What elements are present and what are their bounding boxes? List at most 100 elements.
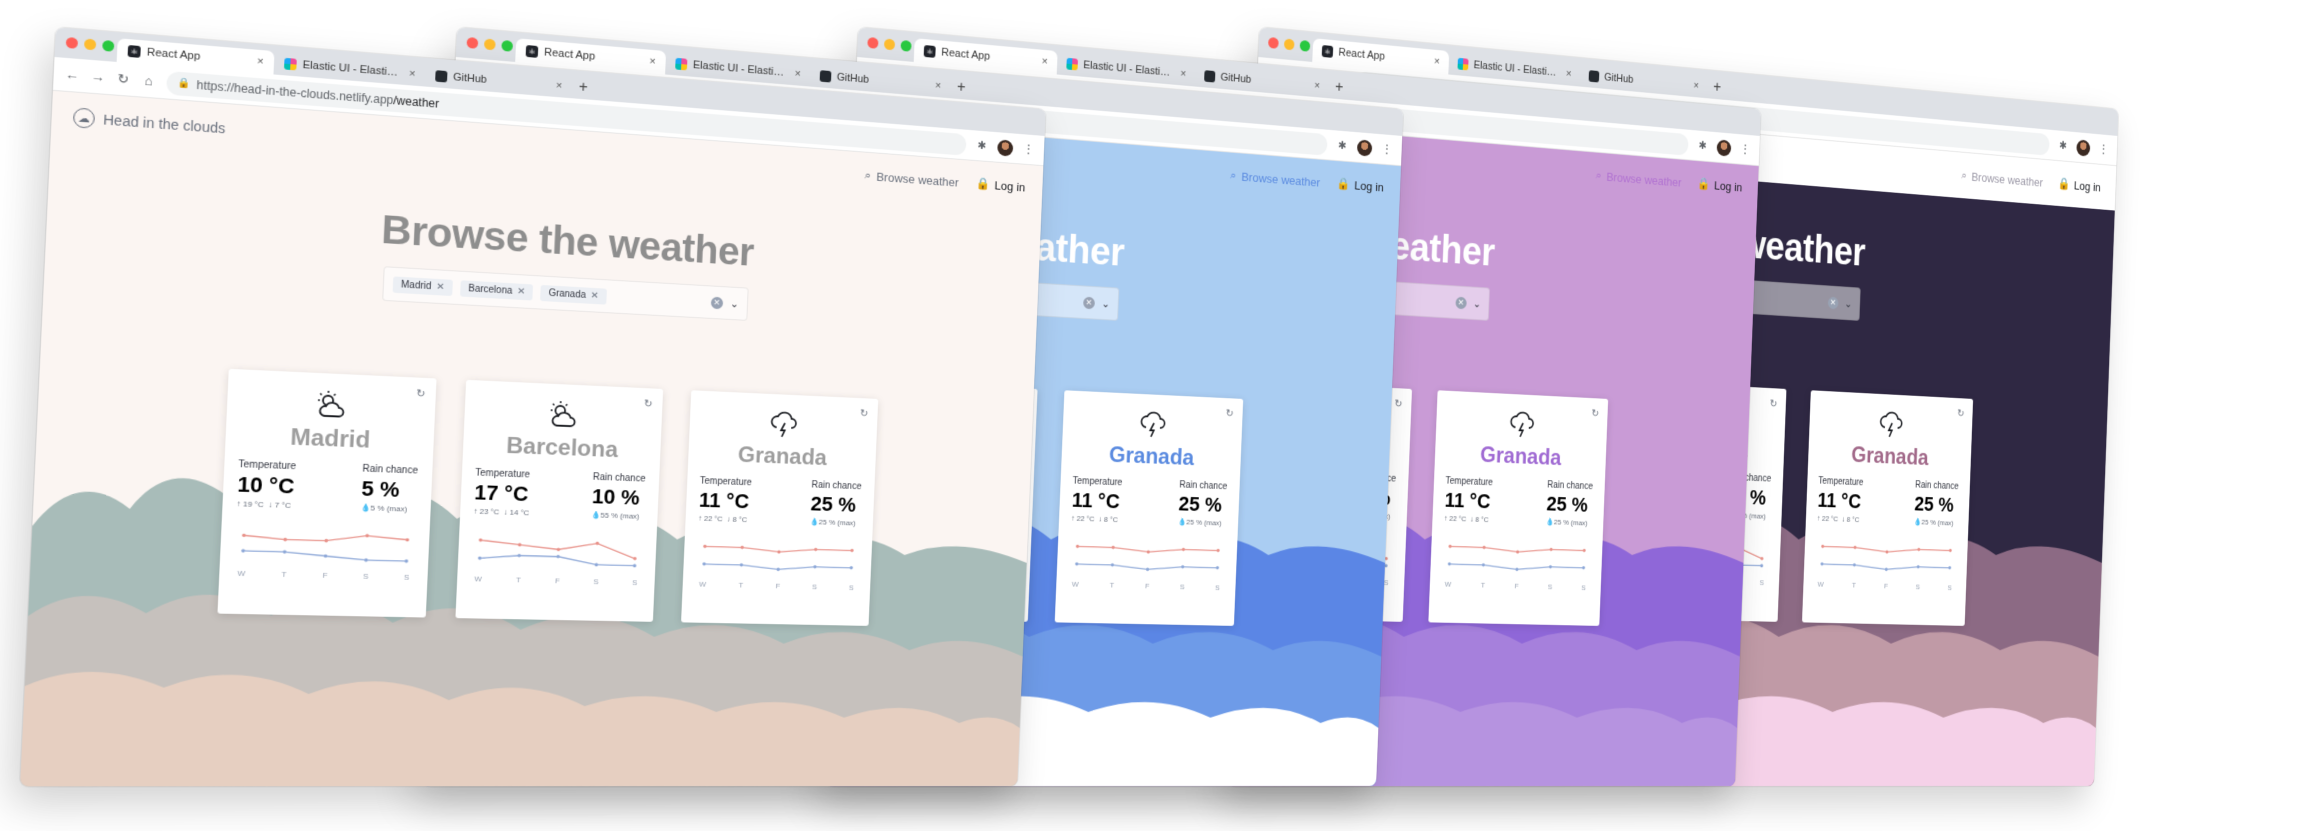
log-in-button[interactable]: 🔒 Log in xyxy=(2058,176,2101,194)
high-temperature-point xyxy=(1885,550,1889,554)
refresh-icon[interactable]: ↻ xyxy=(1394,397,1402,410)
tab-label: Elastic UI - Elastic UI Framework xyxy=(302,59,404,80)
forecast-day-label: S xyxy=(848,583,854,592)
tab-close-icon[interactable]: × xyxy=(649,56,656,68)
high-temperature-point xyxy=(1582,548,1586,553)
chevron-down-icon[interactable]: ⌄ xyxy=(1101,297,1110,310)
zoom-window-button[interactable] xyxy=(1299,39,1311,52)
brand-link[interactable]: ☁ Head in the clouds xyxy=(72,107,226,138)
menu-dots-icon[interactable]: ⋮ xyxy=(1380,142,1394,157)
close-window-button[interactable] xyxy=(867,36,879,49)
refresh-icon[interactable]: ↻ xyxy=(1591,407,1599,419)
close-window-button[interactable] xyxy=(65,36,79,49)
remove-pill-icon[interactable]: ✕ xyxy=(590,290,598,301)
tab-close-icon[interactable]: × xyxy=(935,80,941,92)
rain-chance-block: Rain chance 10 % 💧55 % (max) xyxy=(591,472,646,521)
new-tab-button[interactable]: + xyxy=(1707,76,1728,100)
browse-weather-link[interactable]: ⌕ Browse weather xyxy=(1595,168,1682,189)
temperature-sparkline xyxy=(696,535,860,582)
minimize-window-button[interactable] xyxy=(1283,38,1295,51)
remove-pill-icon[interactable]: ✕ xyxy=(436,281,445,292)
extensions-icon[interactable]: ✱ xyxy=(975,138,990,153)
new-tab-button[interactable]: + xyxy=(1328,76,1350,100)
clear-selection-icon[interactable]: ✕ xyxy=(1082,296,1095,309)
high-temperature-point xyxy=(1448,544,1452,549)
chevron-down-icon[interactable]: ⌄ xyxy=(730,297,739,310)
tab-close-icon[interactable]: × xyxy=(257,56,264,68)
zoom-window-button[interactable] xyxy=(102,39,115,52)
profile-avatar[interactable] xyxy=(1356,138,1373,157)
tab-close-icon[interactable]: × xyxy=(1042,56,1049,68)
menu-dots-icon[interactable]: ⋮ xyxy=(1021,142,1035,157)
weather-card-granada: ↻ Granada Temperature 11 °C ↑ 22 °C ↓ 8 … xyxy=(1427,390,1608,626)
tab-close-icon[interactable]: × xyxy=(409,68,416,80)
tab-close-icon[interactable]: × xyxy=(1180,68,1186,80)
extensions-icon[interactable]: ✱ xyxy=(2057,138,2070,153)
browse-weather-link[interactable]: ⌕ Browse weather xyxy=(1230,168,1321,189)
lock-icon: 🔒 xyxy=(1336,176,1351,191)
forecast-day-label: S xyxy=(362,571,369,581)
close-window-button[interactable] xyxy=(1268,36,1279,49)
profile-avatar[interactable] xyxy=(2076,138,2091,157)
tab-close-icon[interactable]: × xyxy=(1314,80,1320,92)
browse-weather-link[interactable]: ⌕ Browse weather xyxy=(864,168,959,189)
zoom-window-button[interactable] xyxy=(501,39,514,52)
menu-dots-icon[interactable]: ⋮ xyxy=(2097,142,2109,157)
chevron-down-icon[interactable]: ⌄ xyxy=(1844,297,1852,310)
refresh-icon[interactable]: ↻ xyxy=(644,397,653,410)
low-temperature-point xyxy=(516,553,521,558)
forward-arrow-icon[interactable]: → xyxy=(90,69,106,85)
tab-close-icon[interactable]: × xyxy=(1566,68,1572,80)
close-window-button[interactable] xyxy=(466,36,479,49)
rain-chance-max: 💧25 % (max) xyxy=(1545,517,1588,528)
minimize-window-button[interactable] xyxy=(483,38,496,51)
new-tab-button[interactable]: + xyxy=(571,76,595,100)
remove-pill-icon[interactable]: ✕ xyxy=(517,286,526,297)
profile-avatar[interactable] xyxy=(997,138,1014,157)
city-combobox[interactable]: Madrid✕ Barcelona✕ Granada✕ ✕ ⌄ xyxy=(382,266,749,321)
extensions-icon[interactable]: ✱ xyxy=(1696,138,1709,153)
react-favicon-icon: ⚛ xyxy=(127,45,141,58)
minimize-window-button[interactable] xyxy=(84,38,97,51)
profile-avatar[interactable] xyxy=(1716,138,1732,157)
thunderstorm-icon xyxy=(1138,409,1169,442)
tab-close-icon[interactable]: × xyxy=(556,80,563,92)
refresh-icon[interactable]: ↻ xyxy=(860,407,869,419)
weather-card-granada: ↻ Granada Temperature 11 °C ↑ 22 °C ↓ 8 … xyxy=(1801,390,1973,626)
search-icon: ⌕ xyxy=(1960,168,1968,183)
city-name: Granada xyxy=(737,442,828,471)
low-temperature-point xyxy=(739,563,743,567)
new-tab-button[interactable]: + xyxy=(950,76,973,100)
rain-chance-value: 25 % xyxy=(810,492,857,517)
minimize-window-button[interactable] xyxy=(883,38,896,51)
browse-weather-link[interactable]: ⌕ Browse weather xyxy=(1961,168,2043,189)
clear-selection-icon[interactable]: ✕ xyxy=(710,296,724,309)
refresh-icon[interactable]: ↻ xyxy=(1770,397,1778,410)
log-in-button[interactable]: 🔒 Log in xyxy=(976,176,1026,194)
refresh-icon[interactable]: ↻ xyxy=(1957,407,1965,419)
tab-close-icon[interactable]: × xyxy=(1693,80,1699,92)
refresh-icon[interactable]: ↻ xyxy=(416,387,426,400)
menu-dots-icon[interactable]: ⋮ xyxy=(1739,142,1752,157)
back-arrow-icon[interactable]: ← xyxy=(64,67,80,83)
tab-close-icon[interactable]: × xyxy=(1434,56,1440,68)
rain-chance-value: 25 % xyxy=(1178,492,1223,517)
rain-chance-block: Rain chance 25 % 💧25 % (max) xyxy=(1178,480,1228,527)
chevron-down-icon[interactable]: ⌄ xyxy=(1473,297,1481,310)
tab-close-icon[interactable]: × xyxy=(795,68,802,80)
clear-selection-icon[interactable]: ✕ xyxy=(1827,296,1839,309)
header-actions: ⌕ Browse weather 🔒 Log in xyxy=(864,168,1025,194)
refresh-icon[interactable]: ↻ xyxy=(1226,407,1234,419)
home-icon[interactable]: ⌂ xyxy=(141,73,156,89)
forecast-day-label: W xyxy=(1444,580,1452,589)
log-in-button[interactable]: 🔒 Log in xyxy=(1337,176,1384,194)
log-in-button[interactable]: 🔒 Log in xyxy=(1697,176,1742,194)
forecast-days: WTFSS xyxy=(470,575,641,587)
high-temperature-point xyxy=(404,538,409,542)
clear-selection-icon[interactable]: ✕ xyxy=(1455,296,1467,309)
reload-icon[interactable]: ↻ xyxy=(116,70,132,87)
extensions-icon[interactable]: ✱ xyxy=(1335,138,1349,153)
high-temperature-point xyxy=(1515,550,1519,554)
zoom-window-button[interactable] xyxy=(900,39,912,52)
tab-label: GitHub xyxy=(1604,71,1634,86)
